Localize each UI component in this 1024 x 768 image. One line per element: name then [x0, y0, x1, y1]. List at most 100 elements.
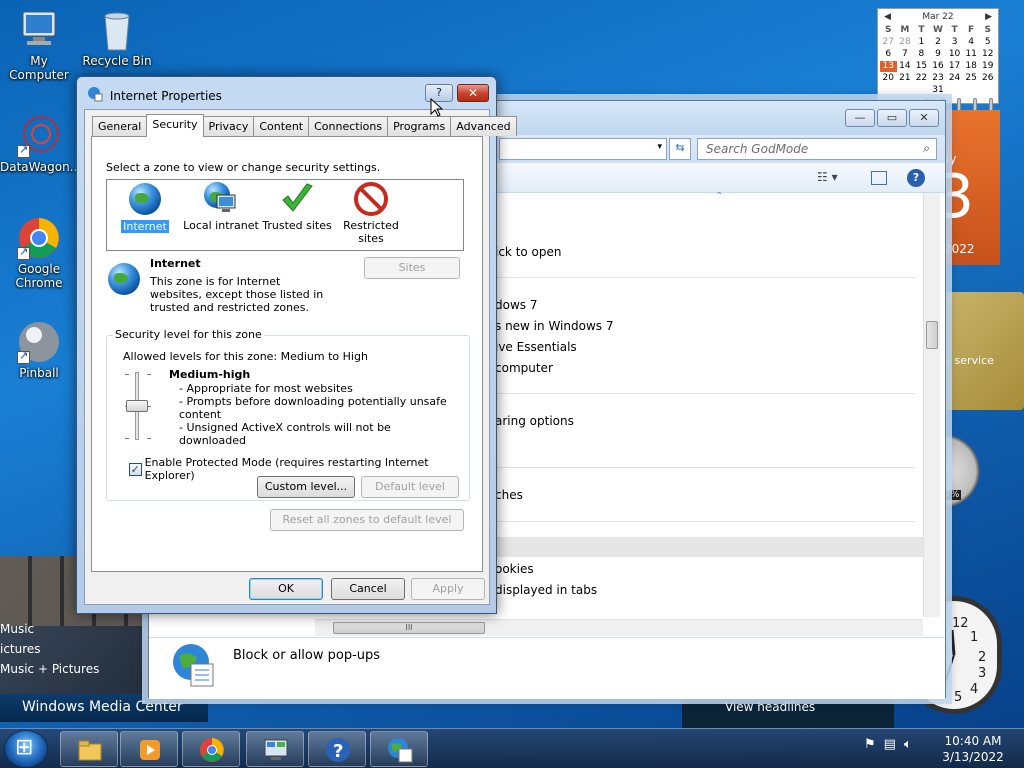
calendar-day[interactable]: 28 [897, 37, 914, 48]
action-center-icon[interactable]: ⚑ [864, 737, 876, 752]
taskbar-control-panel-button[interactable] [246, 731, 304, 767]
date-gadget[interactable]: ay 3 2022 [940, 110, 1000, 265]
desktop-icon-datawagon[interactable]: DataWagon... [0, 114, 81, 174]
tab-security[interactable]: Security [146, 114, 204, 137]
vertical-scrollbar[interactable] [923, 193, 940, 617]
zone-internet[interactable]: Internet [107, 182, 183, 233]
list-item[interactable]: ick to open [495, 245, 562, 259]
list-item[interactable]: ches [495, 488, 523, 502]
tab-privacy[interactable]: Privacy [202, 116, 255, 136]
calendar-day[interactable]: 9 [930, 49, 947, 60]
apply-button[interactable]: Apply [411, 578, 485, 600]
calendar-day[interactable]: 19 [979, 61, 996, 72]
taskbar-clock[interactable]: 10:40 AM 3/13/2022 [930, 733, 1016, 765]
calendar-day[interactable]: 21 [897, 73, 914, 84]
close-button[interactable]: ✕ [909, 109, 939, 127]
tab-programs[interactable]: Programs [387, 116, 452, 136]
network-icon[interactable]: ▤ [884, 737, 896, 752]
calendar-day[interactable]: 12 [979, 49, 996, 60]
media-center-item[interactable]: Music + Pictures [0, 662, 99, 676]
tab-connections[interactable]: Connections [308, 116, 389, 136]
calendar-day[interactable]: 6 [880, 49, 897, 60]
calendar-day[interactable]: 13 [880, 61, 897, 72]
minimize-button[interactable]: — [845, 109, 875, 127]
horizontal-scrollbar[interactable]: III [315, 619, 923, 636]
address-dropdown-icon[interactable]: ▾ [657, 142, 662, 152]
start-button[interactable] [4, 730, 48, 768]
calendar-day[interactable]: 7 [897, 49, 914, 60]
list-item[interactable]: ive Essentials [495, 340, 577, 354]
calendar-day[interactable]: 27 [880, 37, 897, 48]
desktop-icon-pinball[interactable]: Pinball [0, 320, 78, 380]
protected-mode-checkbox[interactable]: ✓ [129, 462, 142, 476]
calendar-day[interactable]: 8 [913, 49, 930, 60]
view-options-icon[interactable]: ☷ ▾ [817, 170, 838, 184]
calendar-day[interactable]: 2 [930, 37, 947, 48]
list-item[interactable]: ookies [495, 562, 534, 576]
calendar-day[interactable]: 1 [913, 37, 930, 48]
zone-trusted-sites[interactable]: Trusted sites [259, 182, 335, 232]
default-level-button[interactable]: Default level [361, 476, 459, 498]
desktop-icon-recycle-bin[interactable]: Recycle Bin [78, 8, 156, 68]
calendar-day[interactable]: 24 [946, 73, 963, 84]
slider-thumb[interactable] [126, 400, 148, 412]
calendar-day[interactable]: 11 [963, 49, 980, 60]
tab-content[interactable]: Content [253, 116, 310, 136]
calendar-day[interactable]: 17 [946, 61, 963, 72]
dialog-titlebar[interactable]: Internet Properties [87, 86, 222, 103]
reset-all-zones-button[interactable]: Reset all zones to default level [270, 509, 464, 531]
calendar-gadget[interactable]: ◀ Mar 22 ▶ S M T W T F S 27 28 1 2 3 4 5 6 7 8 9 10 11 12 13 1… [877, 8, 999, 104]
taskbar-help-button[interactable]: ? [308, 731, 366, 767]
zone-local-intranet[interactable]: Local intranet [183, 182, 259, 232]
calendar-day[interactable]: 4 [963, 37, 980, 48]
list-item[interactable]: computer [495, 361, 553, 375]
internet-properties-dialog[interactable]: Internet Properties ? ✕ General Security… [76, 76, 517, 614]
preview-pane-icon[interactable] [871, 171, 887, 185]
tab-advanced[interactable]: Advanced [450, 116, 517, 136]
taskbar-media-player-button[interactable] [120, 731, 178, 767]
scroll-thumb[interactable] [926, 321, 938, 349]
calendar-day[interactable]: 22 [913, 73, 930, 84]
ok-button[interactable]: OK [249, 578, 323, 600]
calendar-day[interactable]: 20 [880, 73, 897, 84]
calendar-day[interactable]: 23 [930, 73, 947, 84]
calendar-day[interactable]: 18 [963, 61, 980, 72]
calendar-day[interactable]: 31 [930, 85, 947, 96]
maximize-button[interactable]: ▭ [877, 109, 907, 127]
volume-icon[interactable]: 🔈︎ [904, 737, 912, 752]
desktop-icon-my-computer[interactable]: My Computer [0, 8, 78, 82]
list-item[interactable]: displayed in tabs [495, 583, 597, 597]
calendar-prev-icon[interactable]: ◀ [884, 12, 891, 22]
address-box[interactable]: ▾ [499, 138, 667, 160]
taskbar-explorer-button[interactable] [60, 731, 118, 767]
refresh-icon[interactable]: ⇆ [669, 138, 691, 160]
desktop-icon-google-chrome[interactable]: Google Chrome [0, 216, 78, 290]
map-gadget[interactable]: p service [944, 292, 1024, 410]
cancel-button[interactable]: Cancel [331, 578, 405, 600]
taskbar-internet-options-button[interactable] [370, 731, 428, 767]
calendar-day[interactable]: 16 [930, 61, 947, 72]
list-item[interactable]: s new in Windows 7 [495, 319, 613, 333]
calendar-day[interactable]: 26 [979, 73, 996, 84]
calendar-next-icon[interactable]: ▶ [985, 12, 992, 22]
calendar-day[interactable]: 5 [979, 37, 996, 48]
sites-button[interactable]: Sites [364, 257, 460, 279]
taskbar-chrome-button[interactable] [182, 731, 240, 767]
calendar-day[interactable]: 25 [963, 73, 980, 84]
list-item[interactable]: aring options [495, 414, 574, 428]
media-center-item[interactable]: ictures [0, 642, 41, 656]
news-headlines-bar[interactable]: View headlines [682, 696, 894, 728]
zone-restricted-sites[interactable]: Restricted sites [333, 182, 409, 245]
search-input[interactable]: Search GodMode ⌕ [697, 138, 937, 160]
close-button[interactable]: ✕ [457, 84, 489, 102]
list-item[interactable]: dows 7 [495, 298, 537, 312]
calendar-day[interactable]: 10 [946, 49, 963, 60]
search-icon[interactable]: ⌕ [923, 141, 930, 156]
calendar-day[interactable]: 3 [946, 37, 963, 48]
tab-general[interactable]: General [92, 116, 148, 136]
custom-level-button[interactable]: Custom level... [257, 476, 355, 498]
scroll-thumb[interactable]: III [333, 622, 485, 634]
media-center-item[interactable]: Music [0, 622, 34, 636]
help-icon[interactable]: ? [907, 169, 925, 187]
calendar-day[interactable]: 15 [913, 61, 930, 72]
